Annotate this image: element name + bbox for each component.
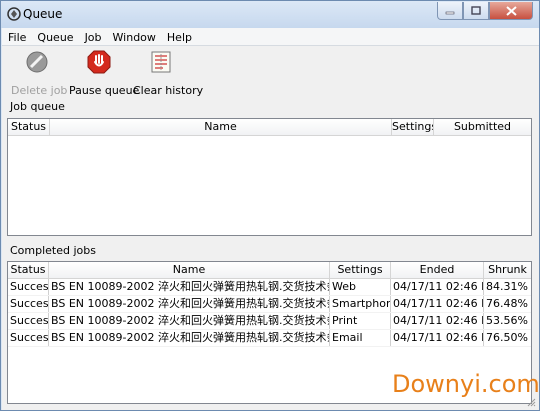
menu-bar: File Queue Job Window Help	[2, 28, 539, 46]
delete-job-button[interactable]: Delete job	[11, 50, 67, 97]
row-settings: Web	[330, 279, 391, 295]
row-shrunk: 76.50%	[486, 331, 528, 344]
col-settings[interactable]: Settings	[330, 262, 391, 278]
col-status[interactable]: Status	[8, 262, 49, 278]
row-shrunk: 84.31%	[486, 280, 528, 293]
col-status[interactable]: Status	[8, 119, 50, 135]
close-icon	[505, 5, 517, 16]
row-status: Success	[10, 279, 49, 295]
completed-jobs-label: Completed jobs	[10, 244, 96, 257]
job-queue-label: Job queue	[10, 100, 65, 113]
col-name[interactable]: Name	[49, 262, 330, 278]
table-row[interactable]: Success BS EN 10089-2002 淬火和回火弹簧用热轧钢.交货技…	[8, 330, 531, 347]
row-settings: Print	[330, 313, 391, 329]
clear-history-button[interactable]: Clear history	[133, 50, 203, 97]
row-name: BS EN 10089-2002 淬火和回火弹簧用热轧钢.交货技术条件	[51, 330, 330, 346]
col-submitted[interactable]: Submitted	[434, 119, 531, 135]
row-status: Success	[10, 296, 49, 312]
menu-file[interactable]: File	[2, 28, 31, 45]
row-status: Success	[10, 313, 49, 329]
table-row[interactable]: Success BS EN 10089-2002 淬火和回火弹簧用热轧钢.交货技…	[8, 296, 531, 313]
row-settings: Email	[330, 330, 391, 346]
table-row[interactable]: Success BS EN 10089-2002 淬火和回火弹簧用热轧钢.交货技…	[8, 313, 531, 330]
row-ended: 04/17/11 02:46 PM	[391, 279, 484, 295]
row-shrunk: 53.56%	[486, 314, 528, 327]
queue-panes: Job queue Status Name Settings Submitted…	[2, 96, 539, 410]
col-shrunk[interactable]: Shrunk	[484, 262, 531, 278]
toolbar: Delete job Pause queue Clear history	[2, 46, 539, 97]
app-icon	[7, 7, 21, 21]
row-settings: Smartphone	[330, 296, 391, 312]
title-bar[interactable]: Queue	[1, 1, 539, 28]
completed-jobs-header: Status Name Settings Ended Shrunk	[8, 262, 531, 279]
row-shrunk: 76.48%	[486, 297, 528, 310]
queue-window: Queue File Queue Job Window Help Delete …	[0, 0, 540, 411]
menu-window[interactable]: Window	[107, 28, 161, 45]
pause-queue-button[interactable]: Pause queue	[69, 50, 139, 97]
col-ended[interactable]: Ended	[391, 262, 484, 278]
menu-help[interactable]: Help	[161, 28, 197, 45]
delete-icon	[26, 51, 48, 73]
menu-queue[interactable]: Queue	[31, 28, 78, 45]
row-status: Success	[10, 330, 49, 346]
resize-grip-icon[interactable]	[526, 397, 536, 407]
pause-icon	[87, 50, 111, 74]
row-ended: 04/17/11 02:46 PM	[391, 330, 484, 346]
row-name: BS EN 10089-2002 淬火和回火弹簧用热轧钢.交货技术条件	[51, 313, 330, 329]
watermark-logo: Downyi.com	[392, 370, 540, 398]
col-name[interactable]: Name	[50, 119, 392, 135]
close-button[interactable]	[489, 2, 533, 20]
col-settings[interactable]: Settings	[392, 119, 434, 135]
menu-job[interactable]: Job	[79, 28, 107, 45]
clear-history-icon	[151, 51, 171, 73]
row-name: BS EN 10089-2002 淬火和回火弹簧用热轧钢.交货技术条件	[51, 296, 330, 312]
minimize-button[interactable]	[437, 2, 463, 20]
row-name: BS EN 10089-2002 淬火和回火弹簧用热轧钢.交货技术条件	[51, 279, 330, 295]
maximize-icon	[471, 6, 481, 15]
row-ended: 04/17/11 02:46 PM	[391, 313, 484, 329]
job-queue-header: Status Name Settings Submitted	[8, 119, 531, 136]
table-row[interactable]: Success BS EN 10089-2002 淬火和回火弹簧用热轧钢.交货技…	[8, 279, 531, 296]
row-ended: 04/17/11 02:46 PM	[391, 296, 484, 312]
job-queue-list[interactable]: Status Name Settings Submitted	[7, 118, 532, 236]
maximize-button[interactable]	[463, 2, 489, 20]
window-title: Queue	[23, 7, 63, 21]
minimize-icon	[445, 11, 455, 14]
